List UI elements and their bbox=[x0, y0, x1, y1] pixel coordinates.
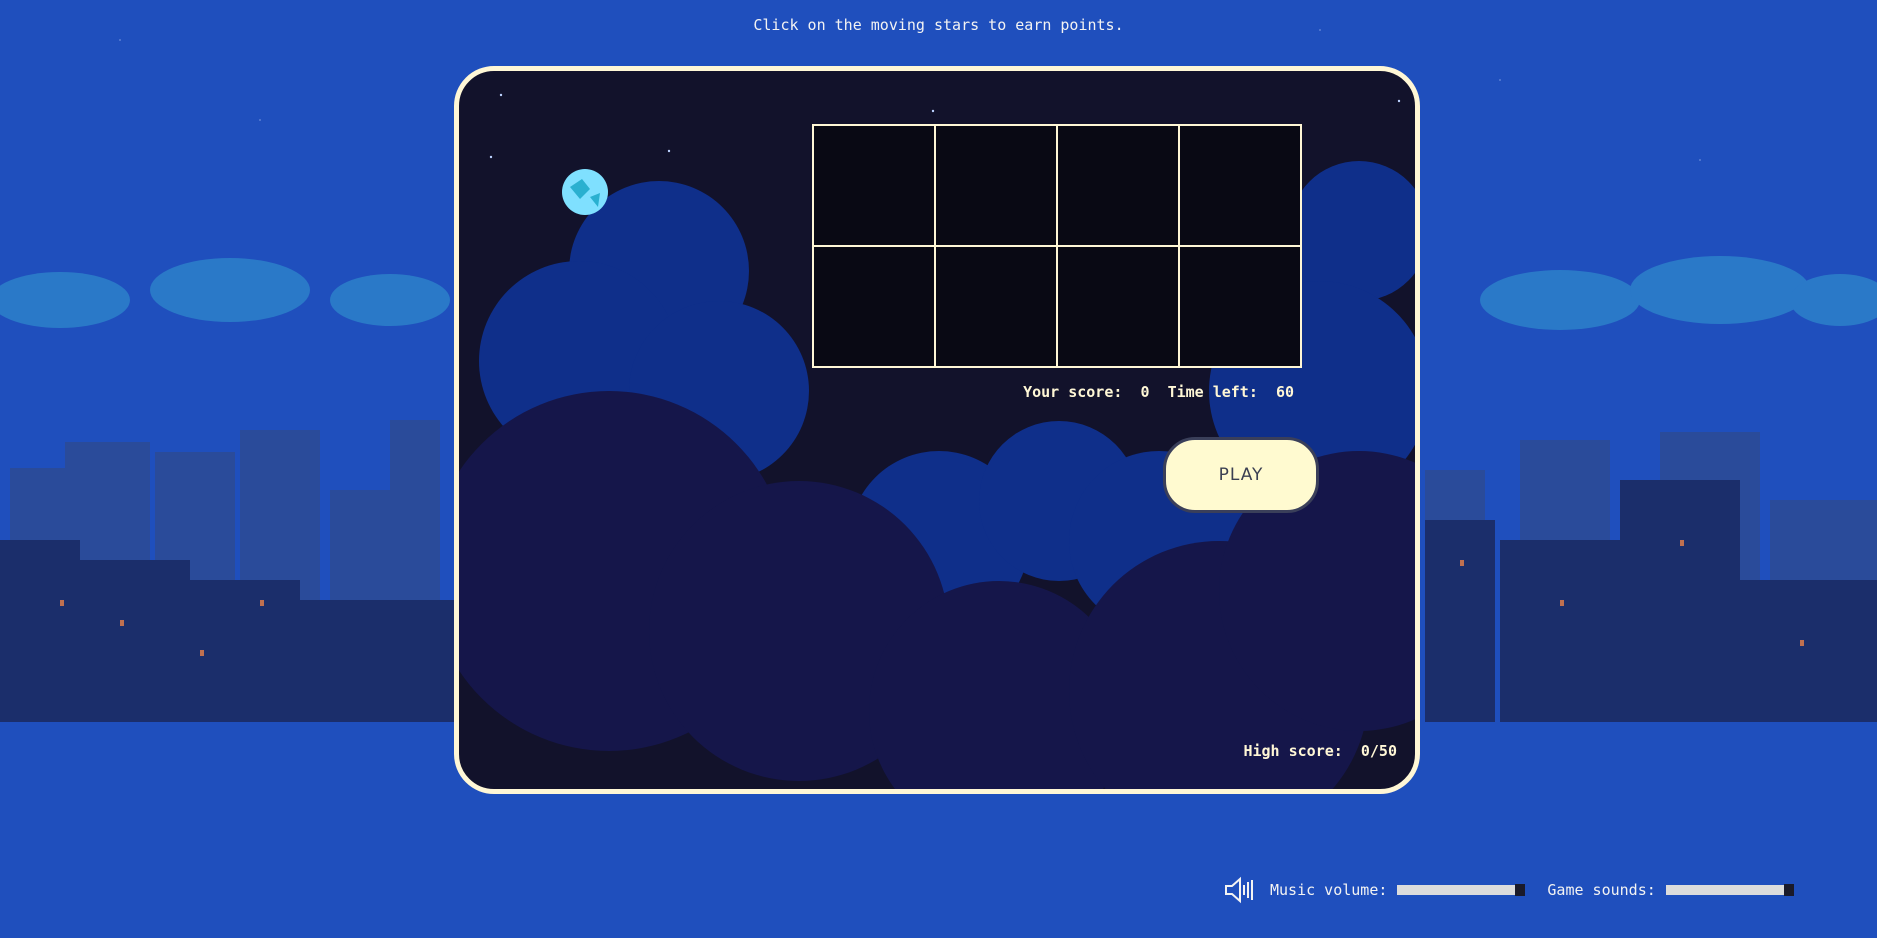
grid-cell-6[interactable] bbox=[935, 246, 1057, 367]
audio-controls: Music volume: Game sounds: bbox=[1224, 876, 1794, 904]
game-sounds-label: Game sounds: bbox=[1547, 881, 1656, 899]
star-grid bbox=[812, 124, 1302, 368]
grid-cell-8[interactable] bbox=[1179, 246, 1301, 367]
grid-cell-1[interactable] bbox=[813, 125, 935, 246]
grid-cell-4[interactable] bbox=[1179, 125, 1301, 246]
grid-cell-7[interactable] bbox=[1057, 246, 1179, 367]
score-value: 0 bbox=[1140, 383, 1150, 401]
game-sounds-knob[interactable] bbox=[1783, 884, 1794, 896]
music-volume-label: Music volume: bbox=[1270, 881, 1388, 899]
high-score-value: 0/50 bbox=[1360, 742, 1397, 760]
music-volume-slider[interactable] bbox=[1397, 884, 1526, 896]
play-button[interactable]: PLAY bbox=[1163, 437, 1319, 513]
game-sounds-slider[interactable] bbox=[1665, 884, 1794, 896]
music-volume-knob[interactable] bbox=[1515, 884, 1526, 896]
time-label: Time left: bbox=[1167, 383, 1258, 401]
score-display: Your score: 0 Time left: 60 bbox=[1023, 383, 1294, 401]
instructions-text: Click on the moving stars to earn points… bbox=[753, 16, 1124, 34]
moon-icon bbox=[562, 169, 608, 215]
high-score-display: High score: 0/50 bbox=[1243, 742, 1397, 760]
game-panel: Your score: 0 Time left: 60 PLAY High sc… bbox=[454, 66, 1420, 794]
speaker-icon[interactable] bbox=[1224, 876, 1256, 904]
grid-cell-3[interactable] bbox=[1057, 125, 1179, 246]
score-label: Your score: bbox=[1023, 383, 1123, 401]
time-value: 60 bbox=[1275, 383, 1294, 401]
grid-cell-2[interactable] bbox=[935, 125, 1057, 246]
grid-cell-5[interactable] bbox=[813, 246, 935, 367]
high-score-label: High score: bbox=[1243, 742, 1343, 760]
